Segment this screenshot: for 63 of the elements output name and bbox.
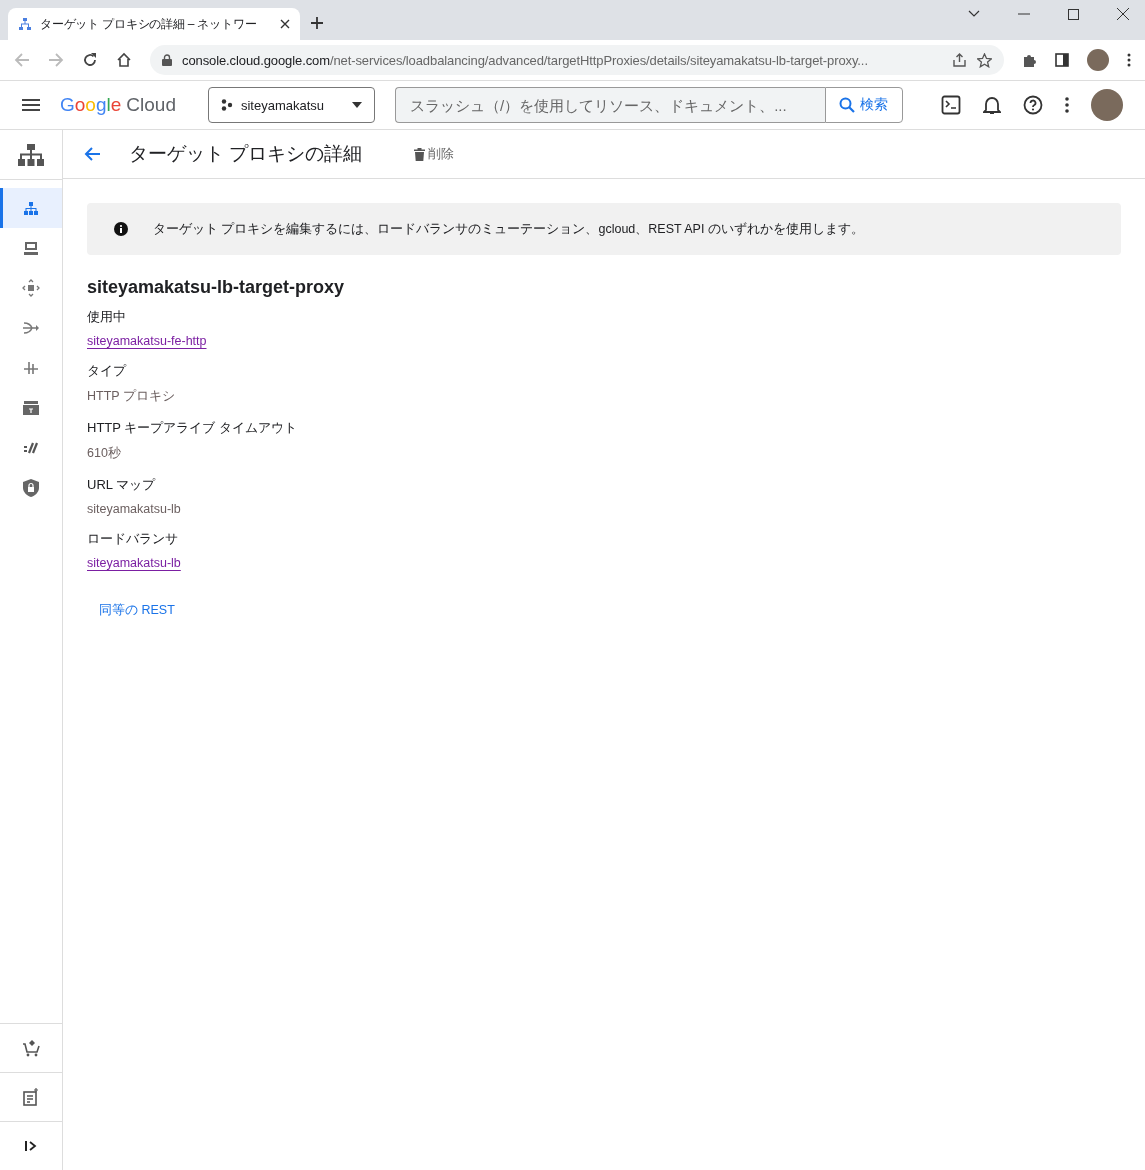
more-icon[interactable]: [1065, 97, 1069, 113]
interconnect-icon: [23, 360, 39, 376]
browser-tab[interactable]: ターゲット プロキシの詳細 – ネットワー: [8, 8, 300, 40]
nav-item[interactable]: [0, 188, 62, 228]
bell-icon[interactable]: [983, 95, 1001, 115]
close-icon[interactable]: [280, 19, 290, 29]
more-icon[interactable]: [1127, 53, 1131, 67]
info-icon: [114, 222, 128, 236]
lock-icon: [162, 54, 172, 66]
close-icon[interactable]: [1117, 8, 1129, 20]
address-field[interactable]: console.cloud.google.com/net-services/loadbalancing/advanced/targetHttpProxies/details/siteyamakatsu-lb-target-proxy...: [150, 45, 1004, 75]
storage-icon: [23, 401, 39, 415]
field-label: HTTP キープアライブ タイムアウト: [87, 419, 297, 437]
delete-button[interactable]: 削除: [408, 144, 461, 164]
resource-name: siteyamakatsu-lb-target-proxy: [87, 277, 345, 298]
avatar[interactable]: [1087, 49, 1109, 71]
terminal-icon[interactable]: [941, 95, 961, 115]
hierarchy-icon[interactable]: [17, 142, 45, 167]
field-label: URL マップ: [87, 476, 156, 494]
trash-icon: [414, 147, 426, 161]
avatar[interactable]: [1091, 89, 1123, 121]
equivalent-rest-link[interactable]: 同等の REST: [99, 602, 175, 619]
search-icon: [839, 97, 856, 113]
slashes-icon: [23, 442, 39, 454]
menu-icon[interactable]: [22, 99, 40, 111]
page-title: ターゲット プロキシの詳細: [129, 142, 363, 166]
url-text: console.cloud.google.com/net-services/loadbalancing/advanced/targetHttpProxies/details/siteyamakatsu-lb-target-proxy...: [182, 52, 869, 68]
field-label: ロードバランサ: [87, 530, 178, 548]
field-value: 610秒: [87, 445, 121, 462]
tab-title: ターゲット プロキシの詳細 – ネットワー: [40, 15, 258, 33]
server-icon: [24, 241, 38, 255]
search-button[interactable]: 検索: [825, 87, 903, 123]
project-picker[interactable]: siteyamakatsu: [208, 87, 375, 123]
field-value: HTTP プロキシ: [87, 388, 175, 405]
search-field[interactable]: スラッシュ（/）を使用してリソース、ドキュメント、...: [395, 87, 825, 123]
google-cloud-logo[interactable]: Google Cloud: [60, 94, 176, 116]
info-message: ターゲット プロキシを編集するには、ロードバランサのミューテーション、gcloud、REST API のいずれかを使用します。: [153, 220, 864, 238]
reload-icon[interactable]: [82, 52, 98, 68]
cart-icon[interactable]: [22, 1039, 40, 1057]
move-icon: [22, 279, 40, 297]
notes-icon[interactable]: [23, 1088, 39, 1106]
chevron-down-icon[interactable]: [968, 10, 980, 18]
hierarchy-icon: [18, 17, 32, 31]
dropdown-caret-icon: [352, 102, 362, 108]
field-link[interactable]: siteyamakatsu-fe-http: [87, 334, 207, 348]
field-label: タイプ: [87, 362, 126, 380]
field-label: 使用中: [87, 308, 126, 326]
shield-icon: [23, 479, 39, 497]
home-icon[interactable]: [116, 52, 132, 68]
route-icon: [22, 319, 40, 337]
field-value: siteyamakatsu-lb: [87, 502, 181, 516]
hierarchy-icon: [24, 201, 38, 215]
new-tab-icon[interactable]: [310, 16, 324, 30]
expand-icon[interactable]: [25, 1140, 37, 1152]
project-dots-icon: [221, 99, 233, 111]
help-icon[interactable]: [1023, 95, 1043, 115]
field-link[interactable]: siteyamakatsu-lb: [87, 556, 181, 570]
side-panel-icon[interactable]: [1055, 53, 1069, 67]
share-icon[interactable]: [952, 52, 967, 68]
back-arrow-icon[interactable]: [83, 146, 101, 162]
puzzle-icon[interactable]: [1022, 52, 1037, 68]
maximize-icon[interactable]: [1068, 8, 1079, 20]
star-icon[interactable]: [977, 52, 992, 68]
